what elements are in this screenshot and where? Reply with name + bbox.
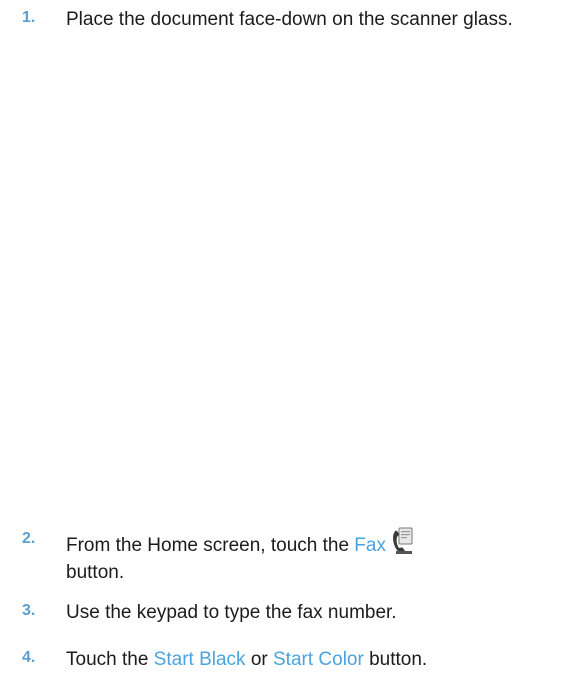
- step-2-text-post: button.: [66, 562, 125, 583]
- step-3-text: Use the keypad to type the fax number.: [66, 602, 397, 623]
- step-number: 2.: [22, 530, 36, 547]
- step-text: Place the document face-down on the scan…: [66, 6, 574, 33]
- step-4-text-post: button.: [363, 649, 428, 670]
- step-text: From the Home screen, touch the Fax butt…: [66, 527, 574, 586]
- step-number: 4.: [22, 649, 36, 666]
- step-text: Touch the Start Black or Start Color but…: [66, 646, 574, 673]
- start-black-reference: Start Black: [153, 649, 246, 670]
- fax-button-reference: Fax: [354, 535, 386, 556]
- step-2-text-pre: From the Home screen, touch the: [66, 535, 355, 556]
- step-4-text-pre: Touch the: [66, 649, 154, 670]
- step-number: 3.: [22, 602, 36, 619]
- step-1-text: Place the document face-down on the scan…: [66, 9, 513, 30]
- step-4-text-mid: or: [245, 649, 273, 670]
- fax-icon: [393, 527, 413, 554]
- step-text: Use the keypad to type the fax number.: [66, 599, 574, 626]
- start-color-reference: Start Color: [273, 649, 364, 670]
- step-number: 1.: [22, 9, 36, 26]
